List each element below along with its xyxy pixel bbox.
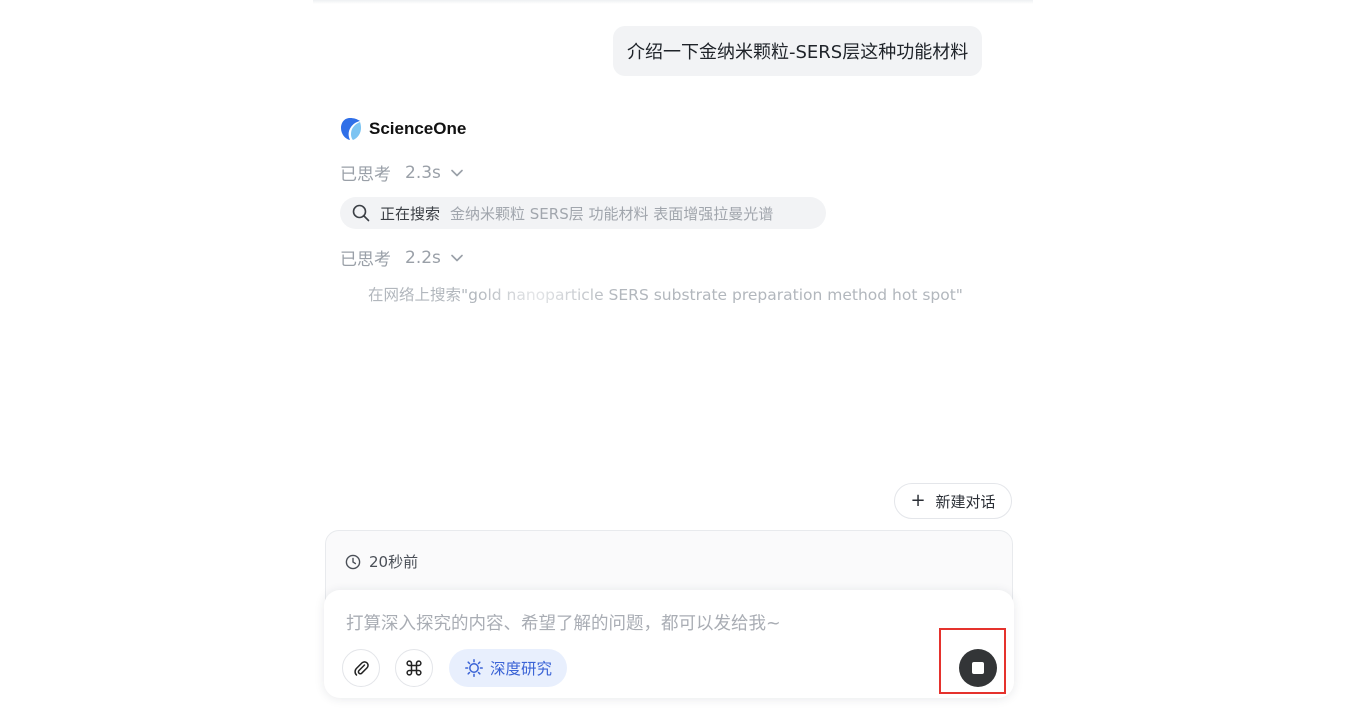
thought-toggle-1[interactable]: 已思考 2.3s <box>340 160 463 185</box>
stop-button[interactable] <box>959 649 997 687</box>
search-status-label: 正在搜索 <box>380 204 441 223</box>
chevron-down-icon <box>451 254 463 261</box>
user-message-text: 介绍一下金纳米颗粒-SERS层这种功能材料 <box>627 42 969 63</box>
deep-research-label: 深度研究 <box>490 660 553 678</box>
history-timestamp: 20秒前 <box>345 551 418 572</box>
new-chat-label: 新建对话 <box>935 492 996 511</box>
thought-label: 已思考 <box>340 165 391 185</box>
stop-icon <box>972 662 984 674</box>
paperclip-icon <box>354 661 369 676</box>
chevron-down-icon <box>451 169 463 176</box>
command-button[interactable] <box>395 649 433 687</box>
thought-toggle-2[interactable]: 已思考 2.2s <box>340 245 463 270</box>
sparkle-icon <box>465 659 483 677</box>
new-chat-button[interactable]: + 新建对话 <box>894 483 1012 519</box>
thought-duration: 2.2s <box>405 247 441 268</box>
plus-icon: + <box>910 490 926 511</box>
thought-label: 已思考 <box>340 250 391 270</box>
composer: 深度研究 <box>324 590 1014 698</box>
assistant-brand: ScienceOne <box>340 117 466 141</box>
message-input[interactable] <box>344 610 928 638</box>
brand-name: ScienceOne <box>369 119 467 138</box>
scienceone-logo-icon <box>341 118 361 140</box>
search-status-pill: 正在搜索 金纳米颗粒 SERS层 功能材料 表面增强拉曼光谱 <box>340 197 826 229</box>
search-icon <box>352 204 370 222</box>
user-message-bubble: 介绍一下金纳米颗粒-SERS层这种功能材料 <box>613 26 983 76</box>
deep-research-toggle[interactable]: 深度研究 <box>449 649 568 687</box>
web-search-status: 在网络上搜索"gold nanoparticle SERS substrate … <box>368 286 963 304</box>
attach-button[interactable] <box>342 649 380 687</box>
clock-icon <box>345 554 361 569</box>
command-icon <box>406 660 422 676</box>
search-query-text: 金纳米颗粒 SERS层 功能材料 表面增强拉曼光谱 <box>450 204 774 223</box>
history-time-label: 20秒前 <box>369 553 419 571</box>
top-fade <box>313 0 1033 4</box>
thought-duration: 2.3s <box>405 162 441 183</box>
